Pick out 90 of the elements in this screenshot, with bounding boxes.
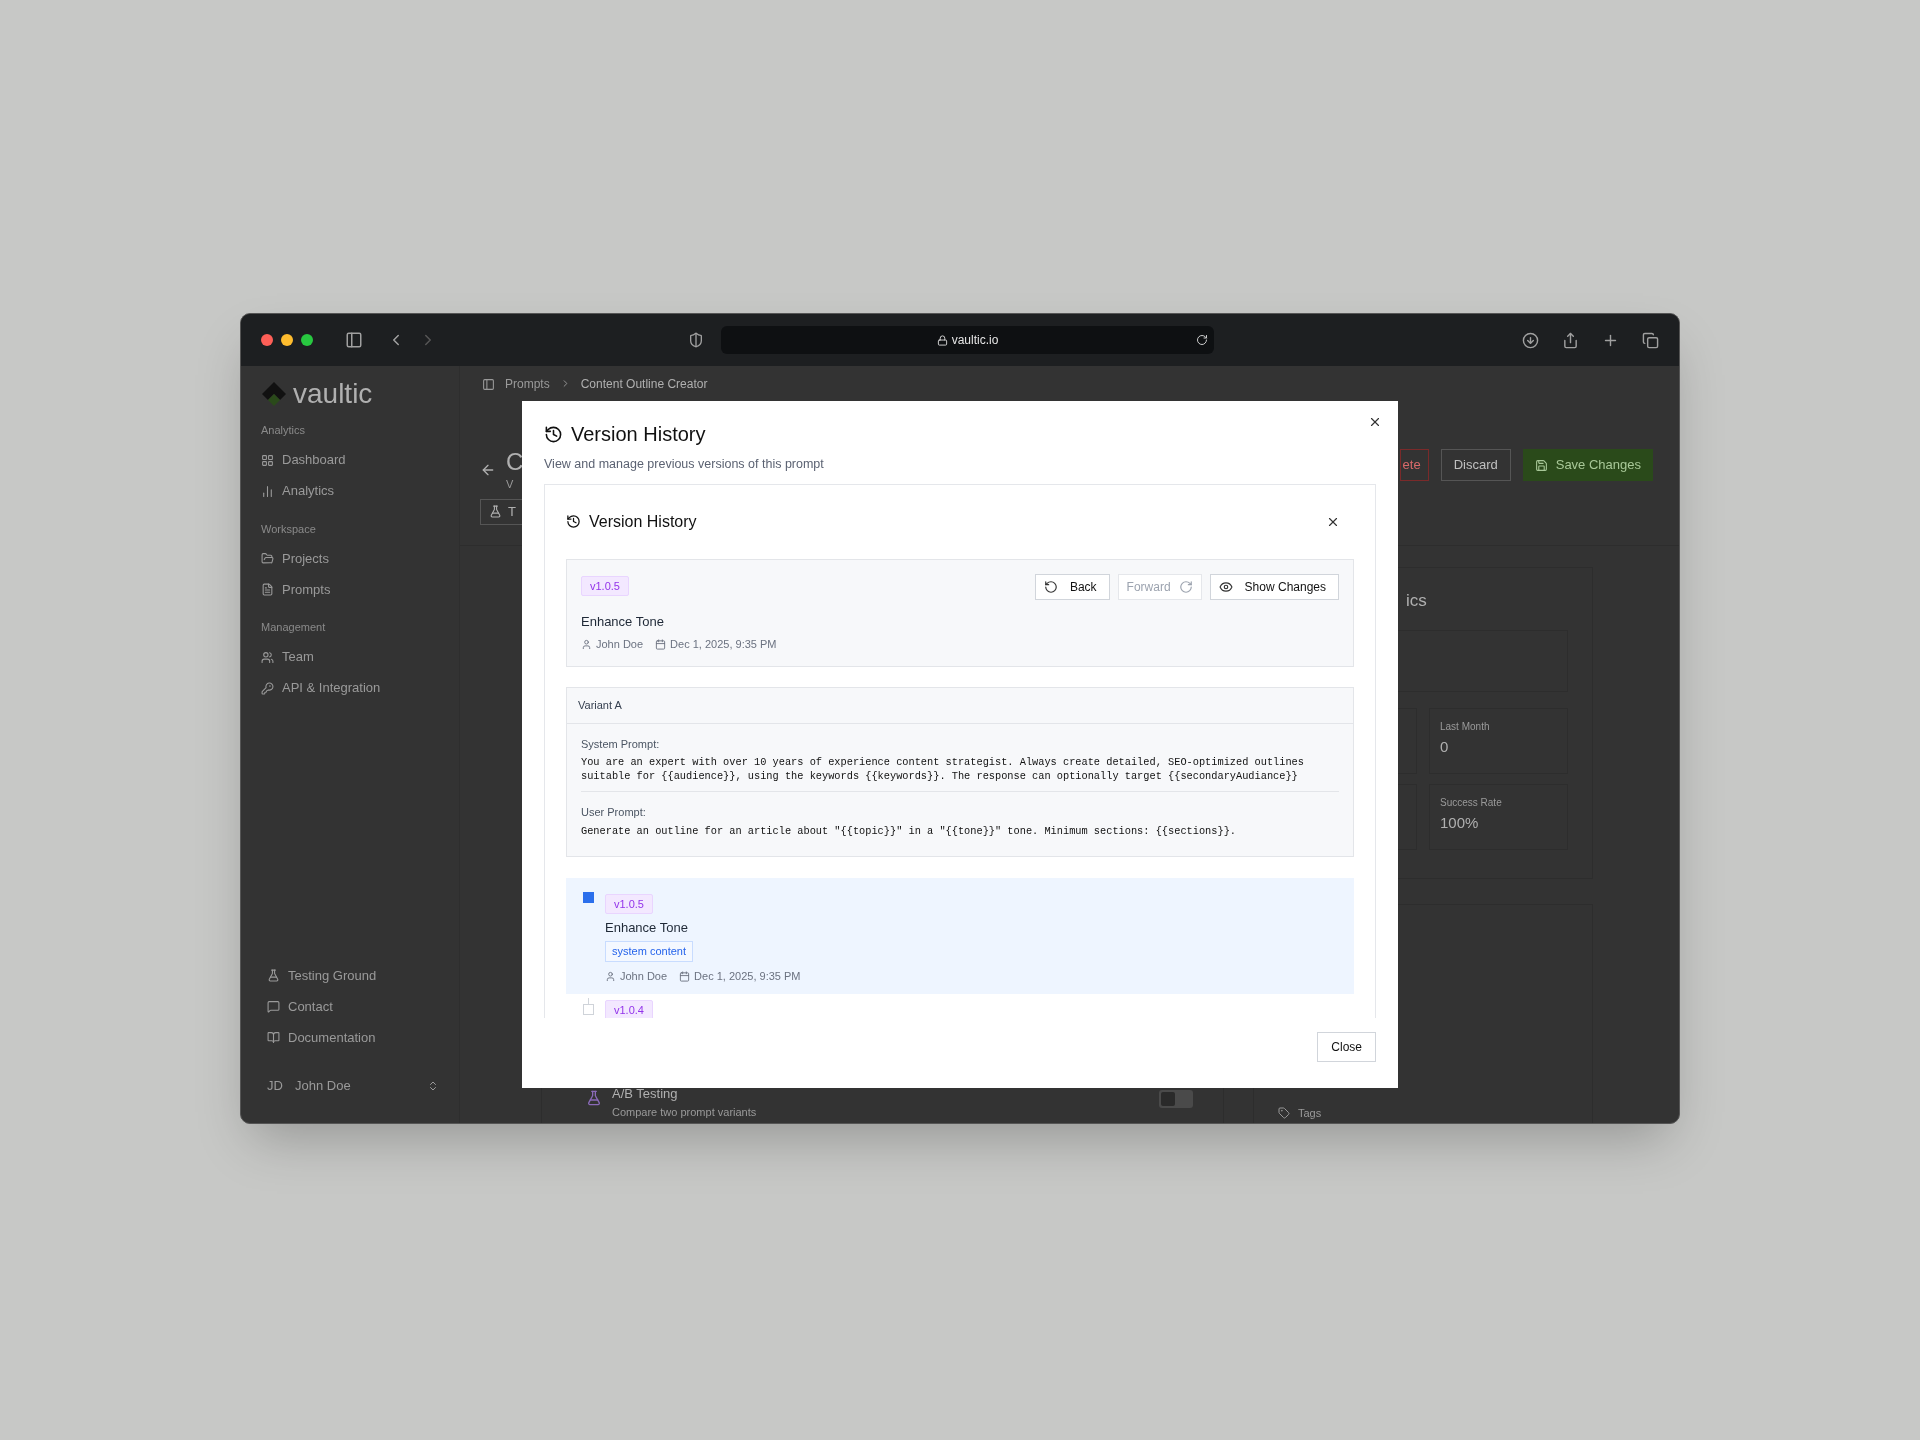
section-heading: Workspace — [261, 521, 317, 537]
sidebar-item[interactable]: Contact — [261, 991, 439, 1022]
change-tag: system content — [605, 941, 693, 962]
version-badge: v1.0.5 — [605, 893, 653, 914]
stat-label: Last Month — [1440, 719, 1491, 734]
dialog-subtitle: View and manage previous versions of this prompt — [544, 456, 825, 473]
panel-title: Version History — [589, 511, 697, 532]
chevrons-icon — [427, 1080, 439, 1092]
prompt-label: System Prompt: — [581, 736, 661, 752]
sidebar-toggle-icon[interactable] — [345, 331, 363, 349]
nav-icon — [261, 650, 274, 664]
prompt-text: You are an expert with over 10 years of experience content strategist. Always create detailed, SEO-optimized outlines suitable for {{audience}}, using the keywords {{keywords}}. The response can optionally target {{secondaryAudiance}} — [581, 755, 1305, 784]
url-text: vaultic.io — [951, 332, 999, 349]
version-date: Dec 1, 2025, 9:35 PM — [694, 968, 801, 984]
nav-icon — [267, 1000, 280, 1013]
page-title: C — [506, 448, 524, 476]
variant-name: Variant A — [567, 687, 1353, 724]
header-button[interactable]: Save Changes — [1522, 449, 1653, 481]
reload-icon[interactable] — [1196, 334, 1208, 346]
undo-icon — [1043, 579, 1058, 594]
tags-label: Tags — [1298, 1105, 1322, 1121]
prompt-label: User Prompt: — [581, 805, 647, 821]
shield-icon[interactable] — [688, 332, 704, 348]
address-bar[interactable]: vaultic.io — [721, 326, 1214, 354]
version-title: Enhance Tone — [605, 918, 688, 937]
page-subtitle: V — [506, 477, 515, 492]
user-icon — [605, 970, 616, 982]
feature-toggle[interactable] — [1159, 1090, 1193, 1108]
logo-text: vaultic — [293, 380, 373, 408]
flask-icon — [489, 505, 502, 518]
download-icon[interactable] — [1522, 331, 1539, 349]
share-icon[interactable] — [1562, 331, 1579, 349]
sidebar-item[interactable]: Analytics — [261, 475, 439, 507]
author-name: John Doe — [620, 968, 668, 984]
stat-label: Success Rate — [1440, 795, 1503, 810]
nav-icon — [261, 681, 274, 695]
breadcrumb-link[interactable]: Prompts — [505, 378, 550, 391]
sidebar-item[interactable]: Projects — [261, 543, 439, 574]
flask-icon — [586, 1090, 602, 1106]
sidebar-item[interactable]: Dashboard — [261, 444, 439, 476]
save-icon — [1534, 458, 1548, 472]
calendar-icon — [679, 970, 691, 982]
feature-title: A/B Testing — [612, 1085, 679, 1103]
sidebar-item[interactable]: Testing Ground — [261, 960, 439, 991]
prompt-text: Generate an outline for an article about "{{topic}}" in a "{{tone}}" tone. Minimum sections: {{sections}}. — [581, 823, 1237, 838]
user-menu[interactable]: JD John Doe — [261, 1069, 439, 1103]
lock-icon — [936, 334, 948, 346]
sidebar-item[interactable]: API & Integration — [261, 672, 439, 704]
section-heading: Management — [261, 620, 327, 635]
sidebar-item[interactable]: Prompts — [261, 574, 439, 605]
calendar-icon — [655, 639, 667, 650]
nav-icon — [261, 484, 274, 498]
nav-icon — [261, 552, 274, 565]
sidebar-item[interactable]: Documentation — [261, 1022, 439, 1053]
feature-description: Compare two prompt variants — [612, 1104, 757, 1120]
history-icon — [544, 424, 563, 444]
version-action-button[interactable]: Show Changes — [1209, 573, 1339, 600]
eye-icon — [1218, 579, 1233, 594]
close-button[interactable]: Close — [1317, 1031, 1376, 1062]
nav-icon — [261, 453, 274, 467]
version-title: Enhance Tone — [581, 612, 665, 631]
header-button[interactable]: ete — [1399, 449, 1429, 481]
stat-value: 100% — [1440, 812, 1480, 833]
user-name: John Doe — [295, 1077, 352, 1096]
nav-icon — [261, 583, 274, 596]
sidebar-item[interactable]: Team — [261, 641, 439, 673]
header-button[interactable]: Discard — [1440, 449, 1511, 481]
version-checkbox[interactable] — [582, 891, 594, 903]
author-name: John Doe — [596, 637, 644, 653]
redo-icon — [1178, 579, 1193, 594]
tag-icon — [1278, 1106, 1290, 1119]
close-icon[interactable] — [1368, 415, 1382, 429]
version-action-button[interactable]: Back — [1034, 573, 1110, 600]
user-icon — [581, 639, 592, 650]
stat-value: 0 — [1440, 736, 1450, 757]
stats-title: ics — [1406, 590, 1428, 612]
version-date: Dec 1, 2025, 9:35 PM — [670, 637, 777, 653]
logo-icon — [261, 381, 287, 407]
panel-icon[interactable] — [482, 378, 495, 391]
nav-icon — [267, 969, 280, 982]
user-initials: JD — [267, 1077, 284, 1096]
history-icon — [566, 514, 581, 530]
section-heading: Analytics — [261, 423, 307, 438]
tabs-overview-icon[interactable] — [1642, 331, 1659, 349]
version-badge: v1.0.5 — [581, 575, 629, 596]
breadcrumb-current: Content Outline Creator — [580, 378, 708, 391]
nav-icon — [267, 1031, 280, 1044]
dialog-title: Version History — [571, 422, 706, 447]
version-checkbox[interactable] — [582, 1004, 594, 1016]
version-badge: v1.0.4 — [605, 1000, 653, 1018]
